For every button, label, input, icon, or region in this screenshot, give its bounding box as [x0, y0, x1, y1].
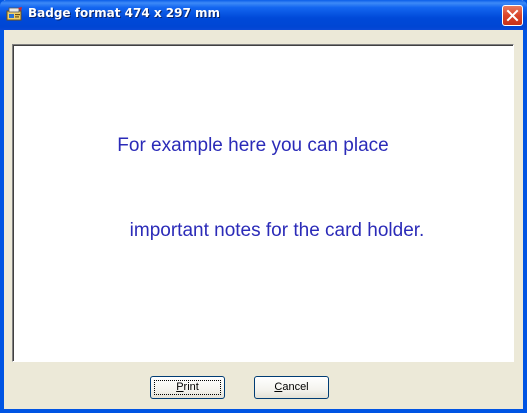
close-button[interactable]: [502, 5, 523, 26]
cancel-button-label: Cancel: [274, 381, 308, 393]
window-title: Badge format 474 x 297 mm: [28, 6, 221, 20]
title-bar[interactable]: Badge format 474 x 297 mm: [0, 0, 527, 30]
close-icon: [506, 9, 519, 22]
focus-rectangle: [154, 380, 221, 395]
print-button[interactable]: Print: [150, 376, 225, 399]
badge-preview-canvas: For example here you can place important…: [12, 44, 514, 362]
badge-format-dialog: Badge format 474 x 297 mm For example he…: [0, 0, 527, 413]
badge-app-icon: [6, 7, 22, 21]
cancel-label-rest: ancel: [282, 381, 309, 393]
note-text-line-2: important notes for the card holder.: [129, 220, 425, 241]
note-text-line-1: For example here you can place: [117, 135, 389, 156]
dialog-client-area: For example here you can place important…: [4, 30, 523, 409]
cancel-button[interactable]: Cancel: [254, 376, 329, 399]
